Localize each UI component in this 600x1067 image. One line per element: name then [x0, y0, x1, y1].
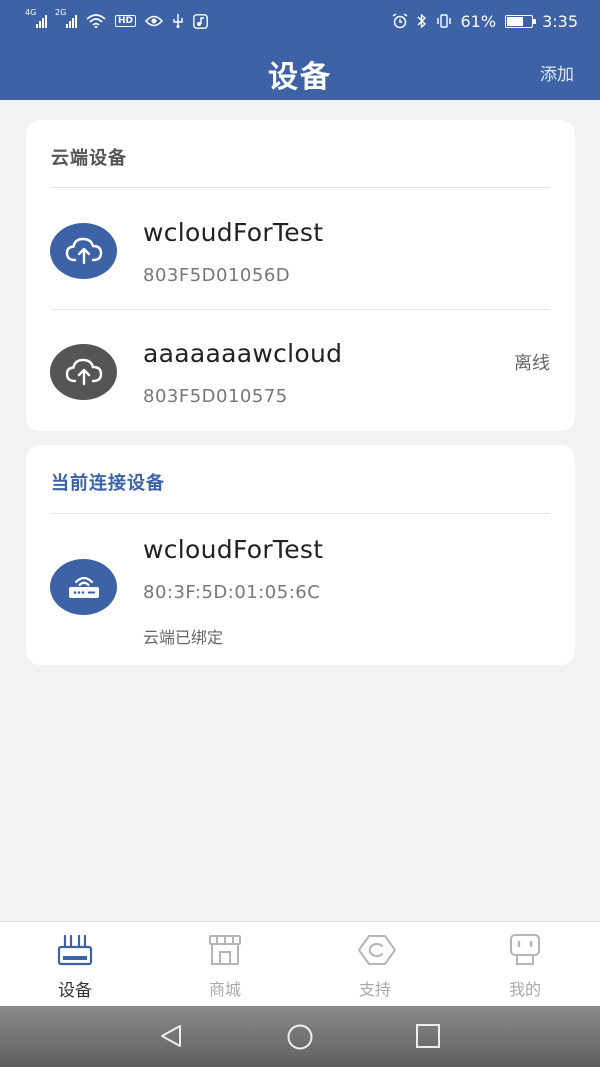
- title-bar: 设备 添加: [0, 42, 600, 100]
- connected-device-row[interactable]: wcloudForTest 80:3F:5D:01:05:6C 云端已绑定: [26, 515, 575, 665]
- router-icon: [50, 559, 117, 615]
- device-mac: 80:3F:5D:01:05:6C: [143, 582, 321, 603]
- music-app-icon: [193, 13, 208, 29]
- signal-4g-icon: 4G: [25, 8, 47, 28]
- home-icon[interactable]: [286, 1023, 314, 1051]
- support-icon: [358, 935, 396, 965]
- tab-label: 设备: [58, 981, 92, 1001]
- cloud-devices-card: 云端设备 wcloudForTest 803F5D01056D aaaaaaaw…: [26, 120, 575, 431]
- cloud-devices-title: 云端设备: [51, 148, 127, 169]
- usb-icon: [173, 14, 183, 28]
- status-bar: 4G 2G HD 61% 3:35: [0, 0, 600, 42]
- status-system: 61% 3:35: [392, 11, 578, 31]
- recent-apps-icon[interactable]: [415, 1023, 441, 1049]
- signal-4g-tag: 4G: [25, 8, 37, 17]
- eye-icon: [145, 15, 164, 27]
- back-icon[interactable]: [158, 1023, 184, 1049]
- divider: [51, 187, 550, 188]
- battery-percent: 61%: [460, 11, 497, 31]
- robot-profile-icon: [510, 934, 540, 965]
- signal-2g-icon: 2G: [55, 8, 77, 28]
- bluetooth-icon: [417, 13, 426, 29]
- divider: [51, 513, 550, 514]
- connected-device-card: 当前连接设备 wcloudForTest 80:3F:5D:01:05:6C 云…: [26, 445, 575, 665]
- battery-fill: [507, 16, 523, 26]
- cloud-device-row[interactable]: wcloudForTest 803F5D01056D: [26, 190, 575, 310]
- tab-label: 支持: [358, 980, 391, 999]
- cloud-device-row[interactable]: aaaaaaawcloud 803F5D010575 离线: [26, 311, 575, 431]
- tab-label: 我的: [508, 980, 541, 999]
- hd-badge: HD: [115, 15, 137, 27]
- tab-label: 商城: [208, 980, 241, 999]
- device-name: aaaaaaawcloud: [143, 339, 343, 368]
- alarm-icon: [392, 13, 407, 29]
- store-icon: [209, 935, 241, 965]
- tab-store[interactable]: 商城: [150, 922, 300, 1007]
- device-name: wcloudForTest: [143, 535, 324, 564]
- binding-status: 云端已绑定: [143, 628, 224, 647]
- tab-support[interactable]: 支持: [300, 922, 450, 1007]
- device-mac: 803F5D01056D: [143, 265, 291, 286]
- status-indicators: 4G 2G HD: [25, 8, 208, 29]
- page-title: 设备: [268, 60, 332, 95]
- cloud-upload-icon: [50, 344, 117, 400]
- add-device-button[interactable]: 添加: [540, 60, 574, 85]
- wifi-icon: [86, 14, 106, 28]
- bottom-tab-bar: 设备 商城 支持 我的: [0, 921, 600, 1006]
- connected-device-title: 当前连接设备: [51, 473, 165, 494]
- cloud-upload-icon: [50, 223, 117, 279]
- offline-status: 离线: [514, 353, 550, 374]
- device-name: wcloudForTest: [143, 218, 324, 247]
- vibrate-icon: [436, 14, 451, 28]
- battery-icon: [505, 14, 537, 28]
- router-tab-icon: [57, 934, 93, 966]
- device-mac: 803F5D010575: [143, 386, 288, 407]
- divider: [51, 309, 550, 310]
- clock: 3:35: [542, 11, 578, 31]
- tab-profile[interactable]: 我的: [450, 922, 600, 1007]
- signal-2g-tag: 2G: [55, 8, 67, 17]
- system-navigation-bar: [0, 1006, 600, 1067]
- tab-device[interactable]: 设备: [0, 922, 150, 1007]
